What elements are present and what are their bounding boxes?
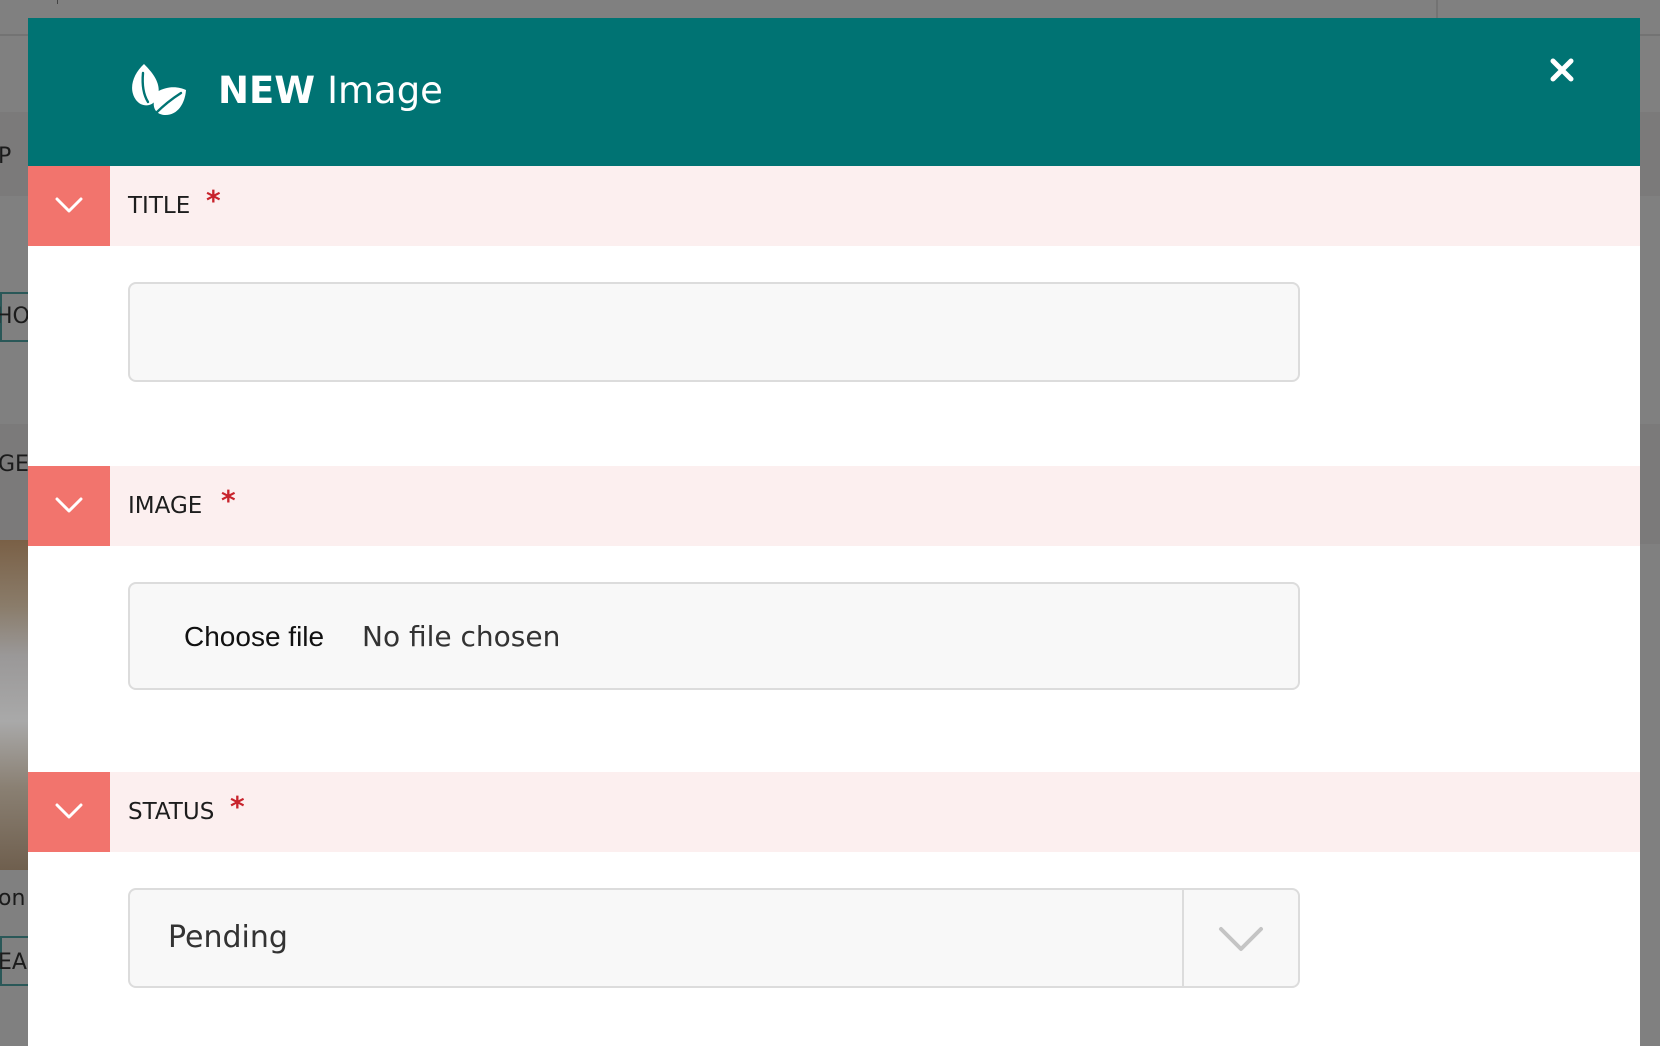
status-select-value: Pending <box>168 920 288 955</box>
status-section-header: STATUS * <box>28 772 1640 852</box>
required-mark: * <box>230 790 245 823</box>
status-section-label: STATUS <box>128 799 215 825</box>
status-select[interactable]: Pending <box>128 888 1300 988</box>
leaf-icon <box>132 64 186 116</box>
choose-file-button[interactable]: Choose file <box>184 620 324 654</box>
modal-title: NEW Image <box>218 66 443 116</box>
background-text: GE <box>0 452 29 477</box>
new-image-modal: NEW Image TITLE * IMAGE * Choose file No … <box>28 18 1640 1046</box>
modal-header: NEW Image <box>28 18 1640 166</box>
background-text: P <box>0 144 12 169</box>
title-field <box>128 282 1300 382</box>
chevron-down-icon <box>55 497 83 513</box>
modal-title-strong: NEW <box>218 69 316 112</box>
chevron-down-icon <box>55 803 83 819</box>
required-mark: * <box>206 184 221 217</box>
background-photo <box>0 540 28 870</box>
title-section-header: TITLE * <box>28 166 1640 246</box>
image-section-label: IMAGE <box>128 493 203 519</box>
file-status-text: No file chosen <box>362 620 561 653</box>
image-file-field: Choose file No file chosen <box>128 582 1300 690</box>
chevron-down-icon <box>1219 927 1263 951</box>
background-divider <box>57 0 58 4</box>
chevron-down-icon <box>55 197 83 213</box>
image-section-toggle[interactable] <box>28 466 110 546</box>
close-icon[interactable] <box>1548 56 1576 84</box>
background-text: HO <box>0 304 30 329</box>
required-mark: * <box>221 484 236 517</box>
title-section-label: TITLE <box>128 193 191 219</box>
background-text: EA <box>0 950 27 975</box>
status-section-toggle[interactable] <box>28 772 110 852</box>
modal-title-light: Image <box>327 69 443 112</box>
image-section-header: IMAGE * <box>28 466 1640 546</box>
background-text: on <box>0 886 26 911</box>
title-section-toggle[interactable] <box>28 166 110 246</box>
title-input[interactable] <box>130 284 1298 380</box>
status-select-toggle[interactable] <box>1182 890 1298 986</box>
